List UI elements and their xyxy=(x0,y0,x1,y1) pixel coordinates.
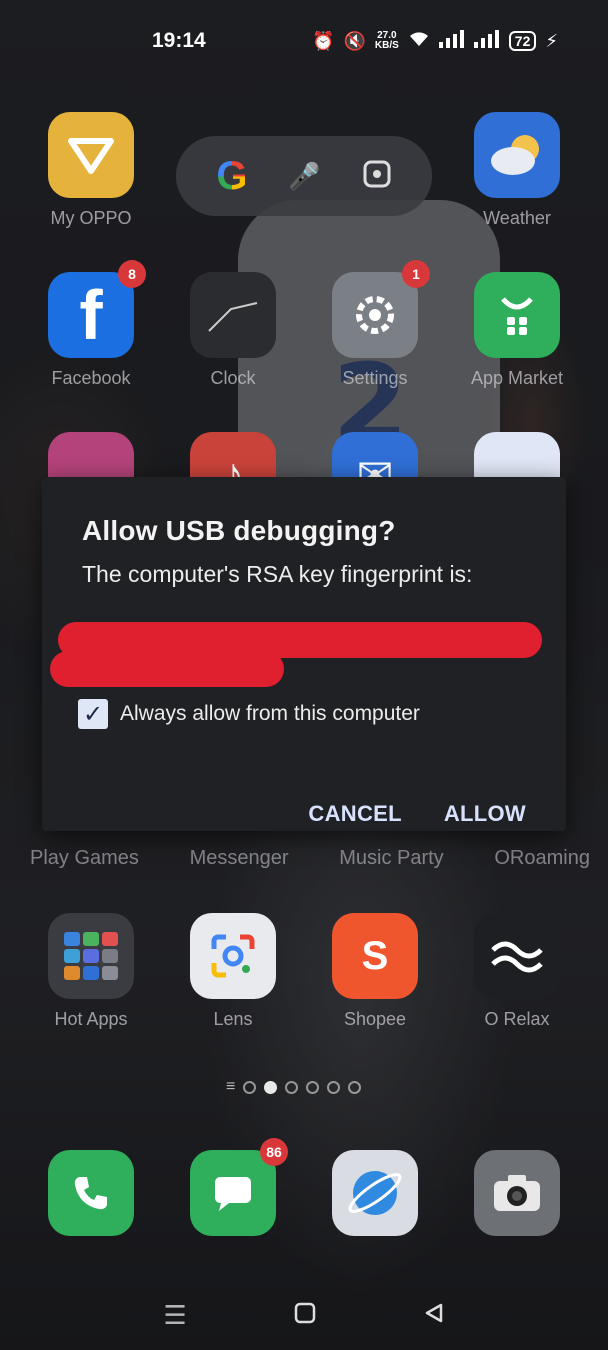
app-label: Lens xyxy=(213,1009,253,1029)
app-label: Hot Apps xyxy=(54,1009,128,1029)
app-drawer-icon[interactable]: ≡ xyxy=(226,1078,235,1096)
hot-apps-folder-icon[interactable] xyxy=(48,913,134,999)
app-label: Clock xyxy=(210,368,256,388)
lens-camera-icon[interactable] xyxy=(362,159,392,194)
app-label: Play Games xyxy=(30,847,139,869)
app-facebook[interactable]: f 8 Facebook xyxy=(26,260,156,389)
page-dot[interactable] xyxy=(306,1080,320,1094)
clock-time: 19:14 xyxy=(152,29,206,52)
wifi-icon xyxy=(408,30,430,53)
status-icons: ⏰ 🔇 27.0 KB/S 72 ⚡ xyxy=(312,29,558,53)
network-speed-unit: KB/S xyxy=(374,40,399,51)
notification-badge: 8 xyxy=(118,260,146,288)
app-hot-apps[interactable]: Hot Apps xyxy=(26,913,156,1030)
app-clock[interactable]: Clock xyxy=(168,272,298,389)
facebook-icon[interactable]: f 8 xyxy=(48,260,146,358)
page-dot[interactable] xyxy=(327,1080,341,1094)
app-label: O Relax xyxy=(484,1009,550,1029)
app-app-market[interactable]: App Market xyxy=(452,272,582,389)
always-allow-checkbox[interactable]: ✓ xyxy=(78,699,108,729)
app-shopee[interactable]: S Shopee xyxy=(310,913,440,1030)
alarm-icon: ⏰ xyxy=(312,30,335,51)
allow-button[interactable]: ALLOW xyxy=(444,801,526,827)
usb-debugging-dialog: Allow USB debugging? The computer's RSA … xyxy=(42,477,566,831)
messages-icon[interactable]: 86 xyxy=(190,1138,288,1236)
dock-camera[interactable] xyxy=(452,1150,582,1236)
signal-icon xyxy=(438,29,465,53)
dock-browser[interactable] xyxy=(310,1150,440,1236)
dock-messages[interactable]: 86 xyxy=(168,1138,298,1236)
o-relax-icon[interactable] xyxy=(474,913,560,999)
app-market-icon[interactable] xyxy=(474,272,560,358)
signal-icon-2 xyxy=(473,29,500,53)
app-label: ORoaming xyxy=(494,847,590,869)
charging-icon: ⚡ xyxy=(545,30,558,51)
google-logo-icon[interactable]: G xyxy=(216,154,247,199)
browser-globe-icon[interactable] xyxy=(332,1150,418,1236)
mute-icon: 🔇 xyxy=(343,30,366,51)
home-nav-icon[interactable] xyxy=(294,1300,316,1331)
page-dot[interactable] xyxy=(243,1080,257,1094)
page-dot-active[interactable] xyxy=(264,1080,278,1094)
page-dot[interactable] xyxy=(285,1080,299,1094)
always-allow-row[interactable]: ✓ Always allow from this computer xyxy=(78,699,420,729)
app-settings[interactable]: 1 Settings xyxy=(310,260,440,389)
notification-badge: 1 xyxy=(402,260,430,288)
google-lens-icon[interactable] xyxy=(190,913,276,999)
redaction-mark xyxy=(50,651,284,687)
menu-nav-icon[interactable]: ☰ xyxy=(163,1300,186,1331)
status-bar: 19:14 ⏰ 🔇 27.0 KB/S 72 ⚡ xyxy=(0,0,608,82)
dock-phone[interactable] xyxy=(26,1150,156,1236)
shopee-bag-icon[interactable]: S xyxy=(332,913,418,999)
back-nav-icon[interactable] xyxy=(423,1300,445,1331)
app-label: Music Party xyxy=(339,847,444,869)
page-dot[interactable] xyxy=(348,1080,362,1094)
navigation-bar: ☰ xyxy=(0,1280,608,1350)
app-label: Settings xyxy=(342,368,408,388)
notification-badge: 86 xyxy=(260,1138,288,1166)
camera-icon[interactable] xyxy=(474,1150,560,1236)
weather-icon[interactable] xyxy=(474,112,560,198)
network-speed: 27.0 KB/S xyxy=(375,31,399,51)
my-oppo-icon[interactable] xyxy=(48,112,134,198)
clock-icon[interactable] xyxy=(190,272,276,358)
always-allow-label[interactable]: Always allow from this computer xyxy=(120,702,420,726)
app-o-relax[interactable]: O Relax xyxy=(452,913,582,1030)
battery-indicator: 72 xyxy=(508,31,537,51)
app-label: Weather xyxy=(483,208,551,228)
app-label: My OPPO xyxy=(50,208,132,228)
cancel-button[interactable]: CANCEL xyxy=(308,801,401,827)
app-label: Shopee xyxy=(343,1009,407,1029)
page-indicator[interactable]: ≡ xyxy=(226,1078,362,1096)
app-weather[interactable]: Weather xyxy=(452,112,582,229)
app-lens[interactable]: Lens xyxy=(168,913,298,1030)
app-label: Facebook xyxy=(51,368,131,388)
settings-gear-icon[interactable]: 1 xyxy=(332,260,430,358)
app-my-oppo[interactable]: My OPPO xyxy=(26,112,156,229)
row4-labels: Play Games Messenger Music Party ORoamin… xyxy=(30,847,590,870)
microphone-icon[interactable]: 🎤 xyxy=(288,161,320,192)
dialog-message: The computer's RSA key fingerprint is: xyxy=(82,561,473,587)
phone-icon[interactable] xyxy=(48,1150,134,1236)
dialog-title: Allow USB debugging? xyxy=(82,515,396,546)
app-label: Messenger xyxy=(189,847,289,869)
app-label: App Market xyxy=(470,368,564,388)
dialog-actions: CANCEL ALLOW xyxy=(308,801,526,827)
google-search-widget[interactable]: G 🎤 xyxy=(176,136,432,216)
